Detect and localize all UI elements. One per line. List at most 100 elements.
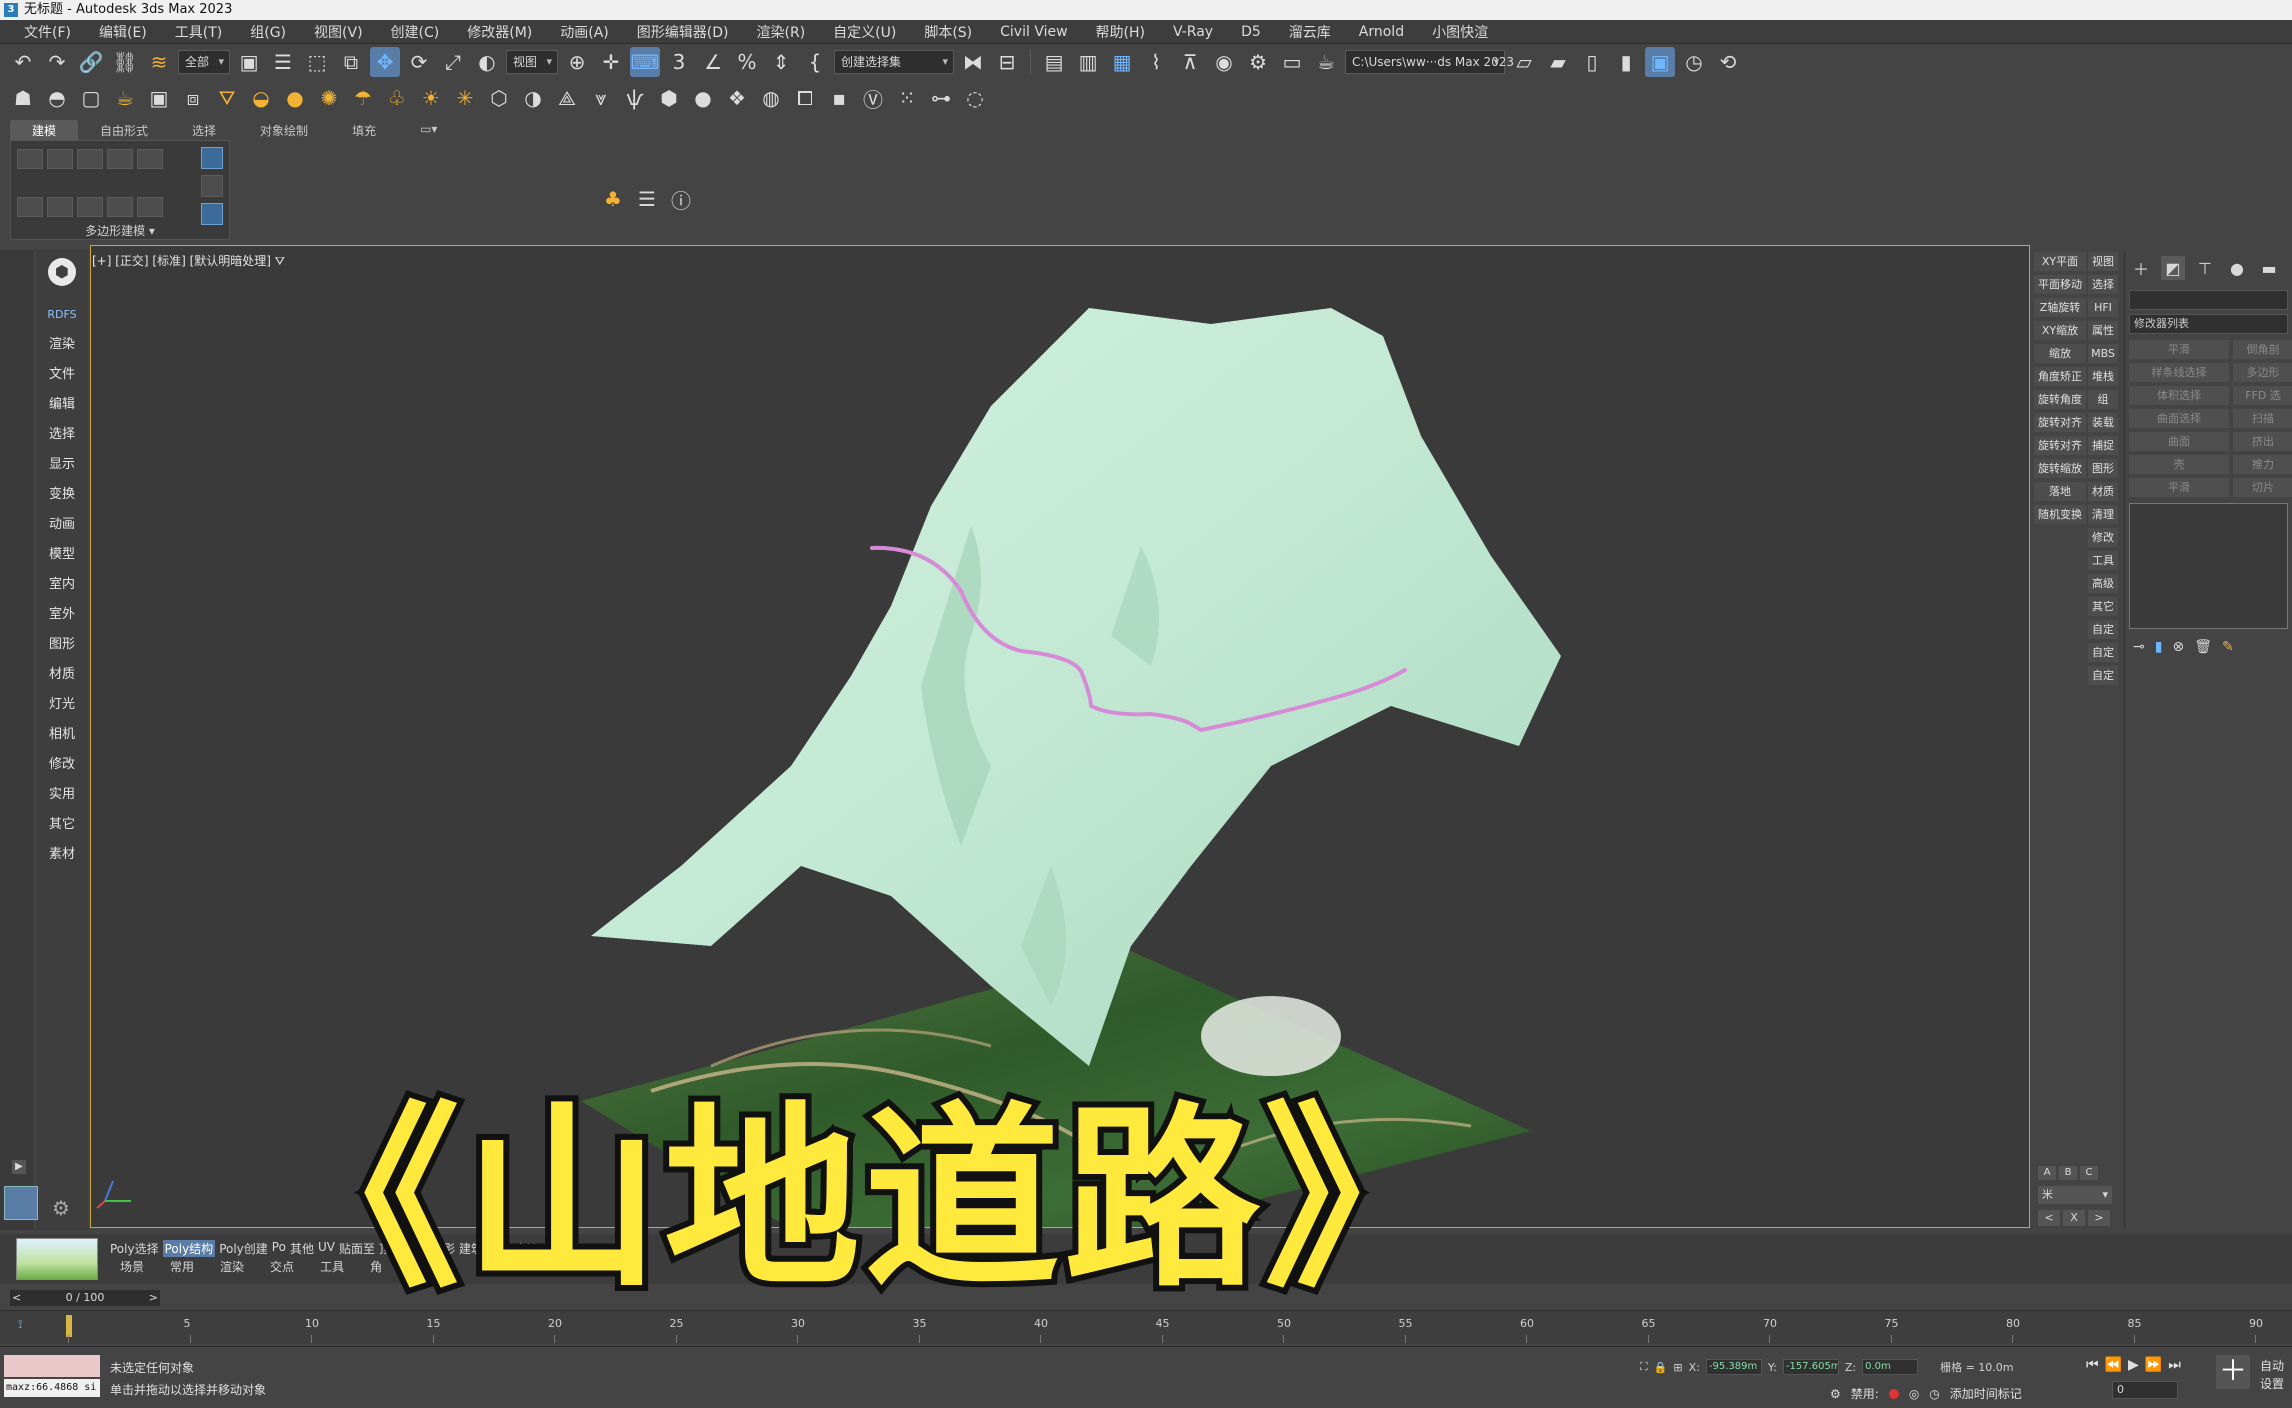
- layer-explorer-icon[interactable]: ▥: [1073, 47, 1103, 77]
- z-coordinate-field[interactable]: 0.0m: [1862, 1359, 1919, 1375]
- remove-modifier-icon[interactable]: 🗑: [2194, 639, 2212, 655]
- abc-button-a[interactable]: A: [2038, 1166, 2056, 1180]
- rb-clean[interactable]: 清理: [2088, 505, 2118, 524]
- project-path-dropdown[interactable]: C:\Users\ww···ds Max 2023: [1345, 50, 1514, 74]
- rb-xy-plane[interactable]: XY平面: [2034, 252, 2086, 271]
- dome-light-icon[interactable]: ◒: [246, 83, 276, 113]
- rb-mbs[interactable]: MBS: [2088, 344, 2118, 363]
- ies-light-icon[interactable]: ☂: [348, 83, 378, 113]
- ambient-light-icon[interactable]: ♧: [382, 83, 412, 113]
- abc-button-b[interactable]: B: [2059, 1166, 2077, 1180]
- scene-explorer-icon[interactable]: ▤: [1039, 47, 1069, 77]
- rb-scale[interactable]: 缩放: [2034, 344, 2086, 363]
- previous-frame-icon[interactable]: ⏪: [2105, 1357, 2122, 1373]
- close-button[interactable]: X: [2063, 1210, 2085, 1226]
- snap-toggle-icon[interactable]: 3: [664, 47, 694, 77]
- rb-rotate-align-2[interactable]: 旋转对齐: [2034, 436, 2086, 455]
- make-unique-icon[interactable]: ⊗: [2172, 639, 2184, 655]
- sync-icon[interactable]: ⟲: [1713, 47, 1743, 77]
- time-slider-prev[interactable]: <: [10, 1290, 21, 1306]
- rb-z-rotate[interactable]: Z轴旋转: [2034, 298, 2086, 317]
- menu-civil-view[interactable]: Civil View: [986, 24, 1081, 40]
- ribbon-tool[interactable]: [47, 149, 73, 169]
- left-cmd-animation[interactable]: 动画: [36, 510, 88, 540]
- rb-random-transform[interactable]: 随机变换: [2034, 505, 2086, 524]
- window-crossing-icon[interactable]: ⧉: [336, 47, 366, 77]
- rb-advanced[interactable]: 高级: [2088, 574, 2118, 593]
- filter-icon[interactable]: ⛛: [275, 254, 285, 268]
- create-tab-icon[interactable]: ＋: [2129, 256, 2153, 280]
- ribbon-tool[interactable]: [137, 197, 163, 217]
- sky-icon[interactable]: ✳: [450, 83, 480, 113]
- lr-poly-structure[interactable]: Poly结构: [162, 1240, 216, 1257]
- x-coordinate-field[interactable]: -95.389m: [1705, 1359, 1762, 1375]
- modifier-button[interactable]: 平滑: [2129, 340, 2229, 359]
- modifier-stack[interactable]: [2129, 503, 2288, 629]
- modify-tab-icon[interactable]: ◩: [2161, 256, 2185, 280]
- dashed-circle-icon[interactable]: ◌: [960, 83, 990, 113]
- rb-load[interactable]: 装载: [2088, 413, 2118, 432]
- redo-icon[interactable]: ↷: [42, 47, 72, 77]
- keyboard-shortcut-icon[interactable]: ⌨: [630, 47, 661, 77]
- menu-quick-render[interactable]: 小图快渲: [1418, 22, 1502, 42]
- viewport-label[interactable]: [+] [正交] [标准] [默认明暗处理] ⛛: [92, 252, 285, 269]
- time-slider[interactable]: < 0 / 100 >: [10, 1290, 160, 1306]
- fur-icon[interactable]: ⩔: [586, 83, 616, 113]
- modifier-list-dropdown[interactable]: 修改器列表: [2129, 314, 2288, 334]
- isolate-icon[interactable]: ⛶: [1640, 1360, 1648, 1374]
- expand-arrow-icon[interactable]: ▶: [12, 1160, 26, 1174]
- next-frame-icon[interactable]: ⏩: [2145, 1357, 2162, 1373]
- reference-coord-dropdown[interactable]: 视图: [506, 50, 559, 74]
- scale-icon[interactable]: ⤢: [438, 47, 468, 77]
- time-slider-next[interactable]: >: [149, 1290, 160, 1306]
- align-icon[interactable]: ⊟: [992, 47, 1022, 77]
- left-cmd-file[interactable]: 文件: [36, 360, 88, 390]
- save-project-icon[interactable]: ▯: [1577, 47, 1607, 77]
- open-project-icon[interactable]: ▰: [1543, 47, 1573, 77]
- spotlight-icon[interactable]: ⛛: [212, 83, 242, 113]
- measure-icon[interactable]: ⊶: [926, 83, 956, 113]
- auto-key-button[interactable]: 自动: [2260, 1357, 2284, 1375]
- teapot-icon[interactable]: ☗: [8, 83, 38, 113]
- project-settings-icon[interactable]: ▮: [1611, 47, 1641, 77]
- menu-animation[interactable]: 动画(A): [546, 22, 623, 42]
- mirror-icon[interactable]: ⧓: [958, 47, 988, 77]
- place-icon[interactable]: ◐: [472, 47, 502, 77]
- menu-modifiers[interactable]: 修改器(M): [453, 22, 546, 42]
- ribbon-tab-selection[interactable]: 选择: [170, 120, 238, 140]
- rb-properties[interactable]: 属性: [2088, 321, 2118, 340]
- left-cmd-camera[interactable]: 相机: [36, 720, 88, 750]
- sphere-material-icon[interactable]: ◑: [518, 83, 548, 113]
- lr-common[interactable]: 常用: [170, 1258, 194, 1275]
- time-cursor[interactable]: [66, 1315, 72, 1337]
- left-cmd-other[interactable]: 其它: [36, 810, 88, 840]
- link-icon[interactable]: 🔗: [76, 47, 106, 77]
- menu-views[interactable]: 视图(V): [300, 22, 377, 42]
- rb-material[interactable]: 材质: [2088, 482, 2118, 501]
- ribbon-modify-mode-icon[interactable]: [201, 147, 223, 169]
- rb-stack[interactable]: 堆栈: [2088, 367, 2118, 386]
- shield-logo-icon[interactable]: ⬢: [48, 258, 76, 286]
- select-manipulate-icon[interactable]: ✛: [596, 47, 626, 77]
- proxy-icon[interactable]: ⬡: [484, 83, 514, 113]
- left-cmd-edit[interactable]: 编辑: [36, 390, 88, 420]
- left-cmd-material[interactable]: 材质: [36, 660, 88, 690]
- ribbon-tool[interactable]: [47, 197, 73, 217]
- modifier-button[interactable]: 切片: [2233, 478, 2292, 497]
- decal-icon[interactable]: ⬢: [654, 83, 684, 113]
- box-icon[interactable]: ▢: [76, 83, 106, 113]
- edit-named-selection-icon[interactable]: {: [800, 47, 830, 77]
- key-mode-icon[interactable]: ⟟: [18, 1317, 22, 1332]
- select-object-icon[interactable]: ▣: [234, 47, 264, 77]
- lr-poly-select[interactable]: Poly选择: [110, 1240, 159, 1257]
- ribbon-panel-label[interactable]: 多边形建模 ▾: [10, 222, 230, 239]
- rb-snap[interactable]: 捕捉: [2088, 436, 2118, 455]
- palette-icon[interactable]: ◍: [756, 83, 786, 113]
- modifier-button[interactable]: 曲面: [2129, 432, 2229, 451]
- undo-icon[interactable]: ↶: [8, 47, 38, 77]
- left-cmd-select[interactable]: 选择: [36, 420, 88, 450]
- rb-custom-2[interactable]: 自定: [2088, 643, 2118, 662]
- grid-dots-icon[interactable]: ⁙: [892, 83, 922, 113]
- menu-scripting[interactable]: 脚本(S): [910, 22, 986, 42]
- set-key-button[interactable]: 设置: [2260, 1375, 2284, 1393]
